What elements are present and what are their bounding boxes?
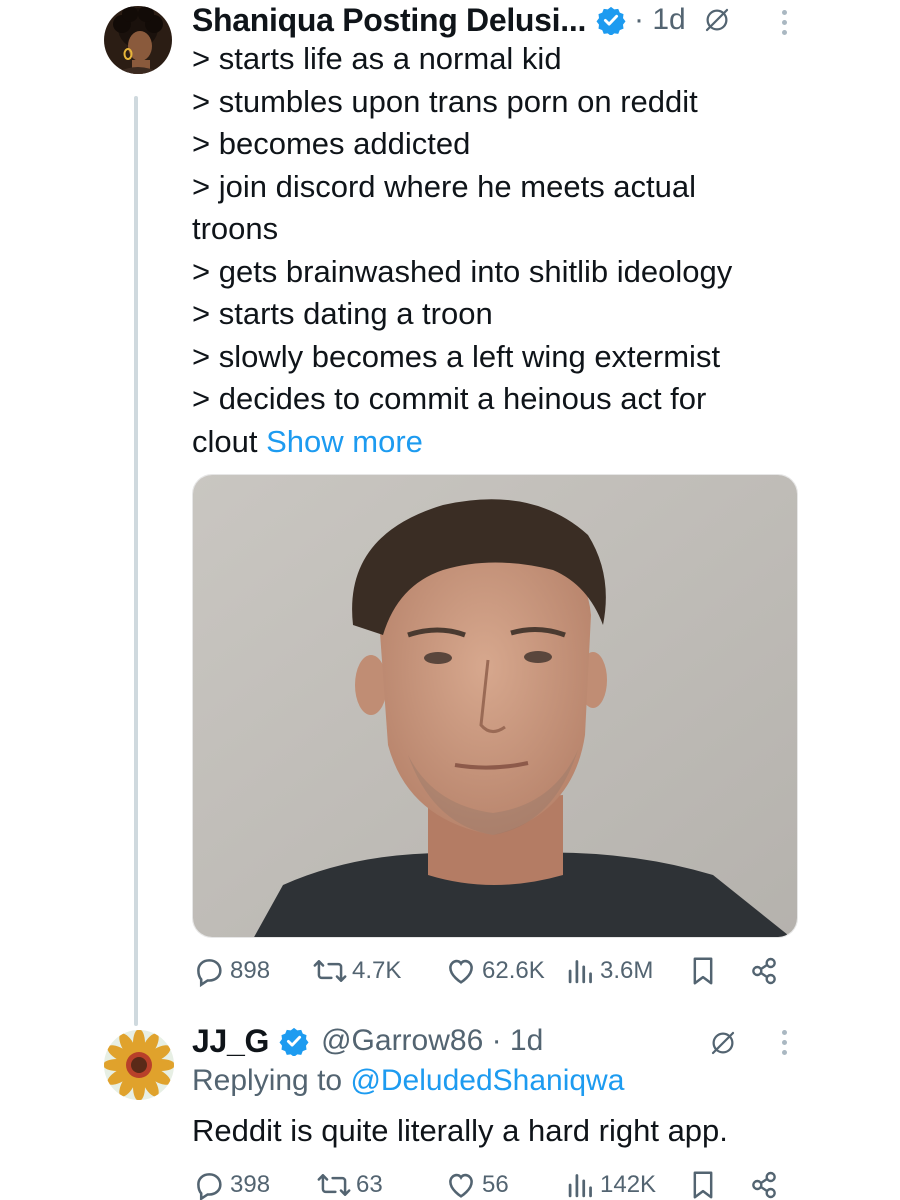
like-icon [449, 1173, 473, 1198]
reply-icon [197, 959, 222, 988]
bookmark-icon [693, 957, 713, 985]
repost-count: 63 [356, 1171, 383, 1198]
avatar-shaniqua[interactable] [104, 6, 172, 74]
reply-button[interactable]: 398 [192, 1168, 270, 1200]
views-count: 142K [600, 1171, 657, 1198]
like-icon [449, 959, 473, 984]
share-icon [752, 957, 776, 985]
share-button[interactable] [748, 954, 780, 988]
display-name[interactable]: Shaniqua Posting Delusi... [192, 2, 586, 39]
more-icon[interactable] [780, 1030, 788, 1060]
repost-count: 4.7K [352, 957, 402, 984]
grok-icon[interactable] [702, 5, 732, 35]
post-text-last-line: clout Show more [192, 421, 792, 464]
like-count: 62.6K [482, 957, 545, 984]
reply-text: Reddit is quite literally a hard right a… [192, 1110, 812, 1153]
display-name[interactable]: JJ_G [192, 1023, 269, 1060]
post-text-clout: clout [192, 423, 258, 459]
like-count: 56 [482, 1171, 509, 1198]
bookmark-button[interactable] [688, 1168, 718, 1200]
reply-text-line: Reddit is quite literally a hard right a… [192, 1113, 728, 1148]
post-text-line: > join discord where he meets actual [192, 168, 697, 204]
share-button[interactable] [748, 1168, 780, 1200]
post-text-line: > stumbles upon trans porn on reddit [192, 83, 698, 119]
views-icon [568, 960, 592, 984]
post-time[interactable]: · 1d [634, 3, 686, 37]
like-button[interactable]: 56 [444, 1168, 509, 1200]
post-header: Shaniqua Posting Delusi... · 1d [192, 0, 732, 40]
post-text: > starts life as a normal kid > stumbles… [192, 38, 792, 463]
views-icon [568, 1174, 592, 1198]
post-photo[interactable] [192, 474, 798, 938]
bookmark-icon [693, 1171, 713, 1199]
replying-to-mention[interactable]: @DeludedShaniqwa [350, 1064, 624, 1097]
views-button[interactable]: 142K [566, 1168, 656, 1200]
repost-button[interactable]: 63 [316, 1168, 383, 1200]
post-text-line: > becomes addicted [192, 126, 471, 161]
repost-icon [313, 960, 347, 982]
replying-to-label: Replying to [192, 1064, 343, 1097]
post-text-line: > starts life as a normal kid [192, 41, 562, 76]
verified-badge-icon [279, 1027, 309, 1056]
thread-connector-line [134, 96, 138, 1026]
verified-badge-icon [596, 6, 626, 35]
post-text-line: > starts dating a troon [192, 296, 493, 331]
replying-to: Replying to @DeludedShaniqwa [192, 1064, 624, 1098]
post-text-line: > slowly becomes a left wing extermist [192, 338, 721, 374]
repost-icon [317, 1174, 351, 1196]
reply-header: JJ_G @Garrow86 · 1d [192, 1020, 543, 1062]
post-text-line: > gets brainwashed into shitlib ideology [192, 253, 733, 289]
post-text-line: > decides to commit a heinous act for [192, 381, 707, 416]
more-icon[interactable] [780, 10, 788, 40]
post-text-line: troons [192, 211, 279, 246]
views-count: 3.6M [600, 957, 654, 984]
reply-button[interactable]: 898 [192, 954, 270, 988]
bookmark-button[interactable] [688, 954, 718, 988]
share-icon [752, 1171, 776, 1199]
grok-icon[interactable] [708, 1028, 738, 1058]
reply-count: 898 [230, 957, 271, 984]
post-actions: 898 4.7K 62.6K 3.6M [192, 954, 792, 990]
show-more-link[interactable]: Show more [266, 424, 423, 459]
reply-count: 398 [230, 1171, 271, 1198]
reply-actions: 398 63 56 142K [192, 1168, 792, 1200]
repost-button[interactable]: 4.7K [312, 954, 401, 988]
handle-and-time[interactable]: @Garrow86 · 1d [321, 1024, 543, 1058]
reply-icon [197, 1173, 222, 1200]
views-button[interactable]: 3.6M [566, 954, 653, 988]
like-button[interactable]: 62.6K [444, 954, 545, 988]
avatar-jjg[interactable] [104, 1030, 174, 1100]
